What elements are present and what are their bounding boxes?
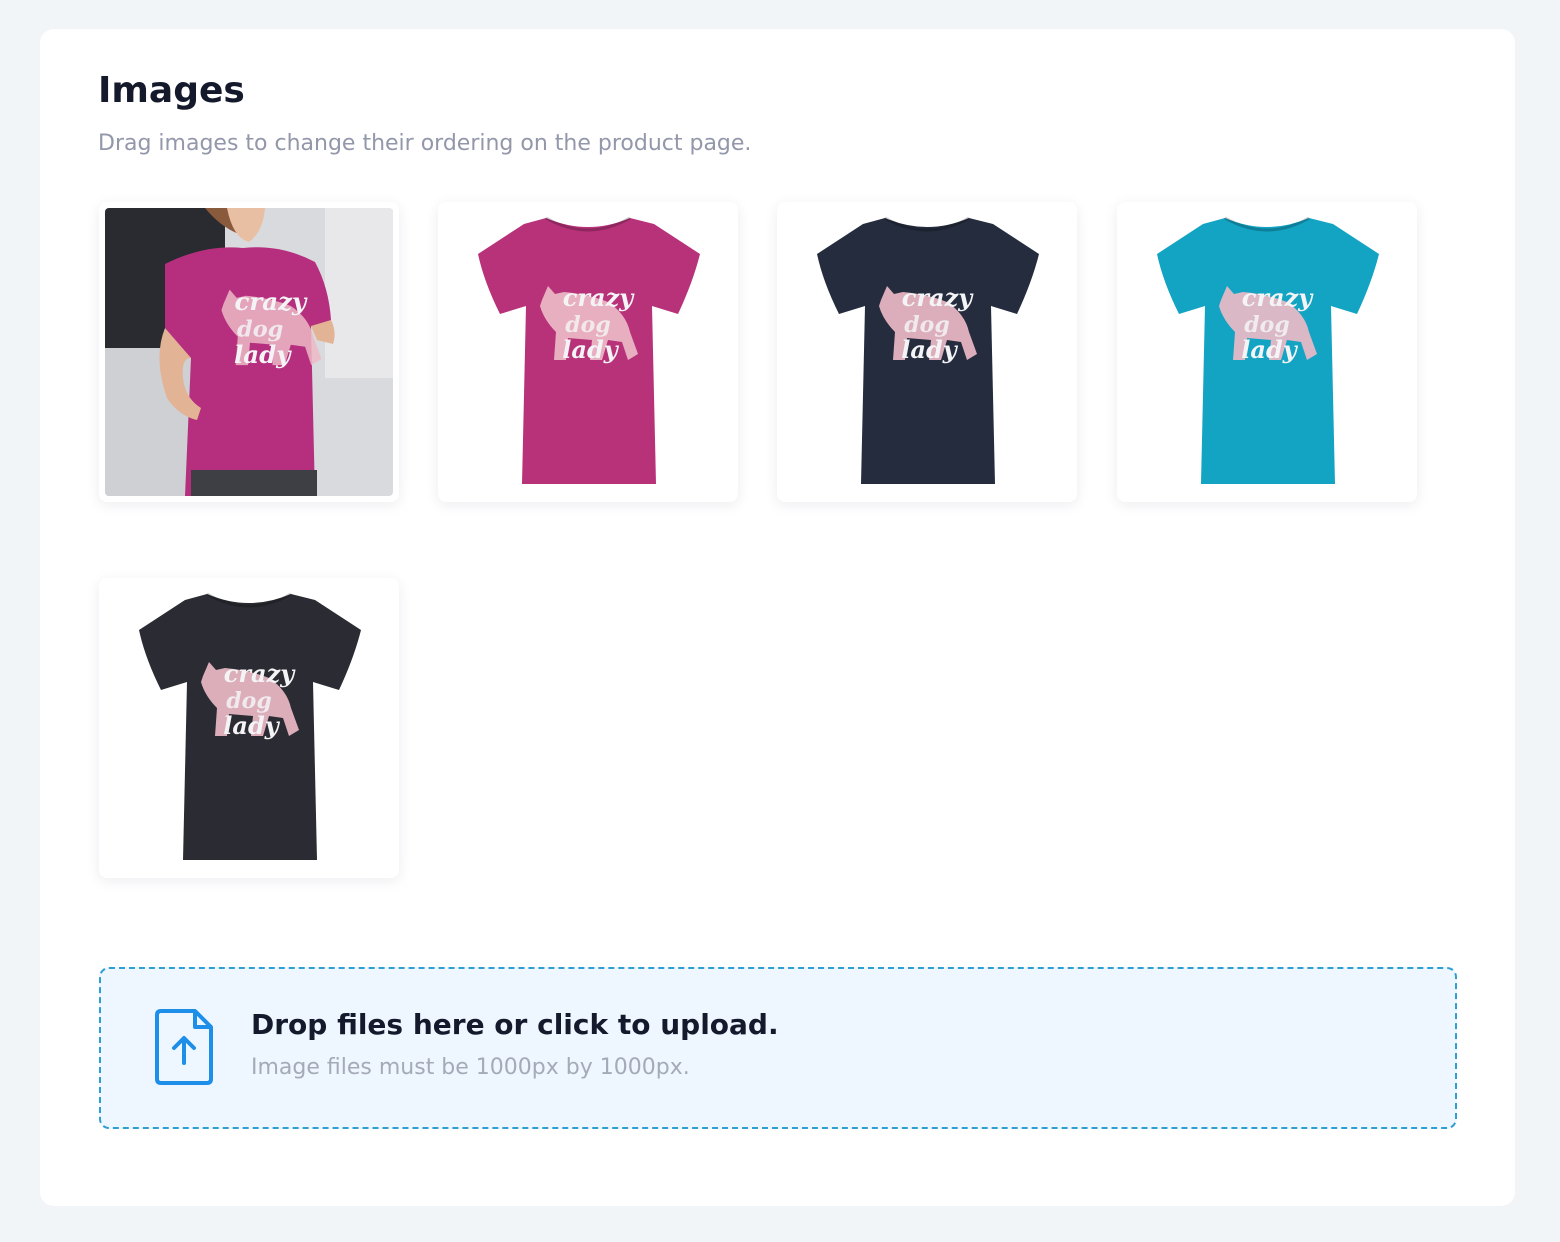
svg-text:dog: dog bbox=[237, 317, 283, 343]
gallery-image-2[interactable] bbox=[438, 202, 738, 502]
product-image-teal-tshirt bbox=[1157, 216, 1379, 484]
images-card: Images Drag images to change their order… bbox=[40, 29, 1515, 1206]
product-image-charcoal-tshirt bbox=[139, 592, 361, 860]
file-upload-dropzone[interactable]: Drop files here or click to upload. Imag… bbox=[99, 967, 1457, 1129]
product-image-magenta-tshirt bbox=[478, 216, 700, 484]
gallery-image-5[interactable] bbox=[99, 578, 399, 878]
file-upload-icon bbox=[155, 1009, 213, 1085]
product-image-navy-tshirt bbox=[817, 216, 1039, 484]
svg-text:crazy: crazy bbox=[235, 287, 309, 316]
product-photo-woman-tshirt: crazy dog lady bbox=[105, 208, 393, 496]
svg-text:lady: lady bbox=[234, 340, 292, 369]
gallery-image-3[interactable] bbox=[777, 202, 1077, 502]
section-subtitle: Drag images to change their ordering on … bbox=[98, 131, 752, 156]
section-title: Images bbox=[98, 70, 245, 111]
upload-hint: Image files must be 1000px by 1000px. bbox=[251, 1055, 690, 1080]
upload-title: Drop files here or click to upload. bbox=[251, 1008, 779, 1041]
gallery-image-1[interactable]: crazy dog lady bbox=[99, 202, 399, 502]
gallery-image-4[interactable] bbox=[1117, 202, 1417, 502]
